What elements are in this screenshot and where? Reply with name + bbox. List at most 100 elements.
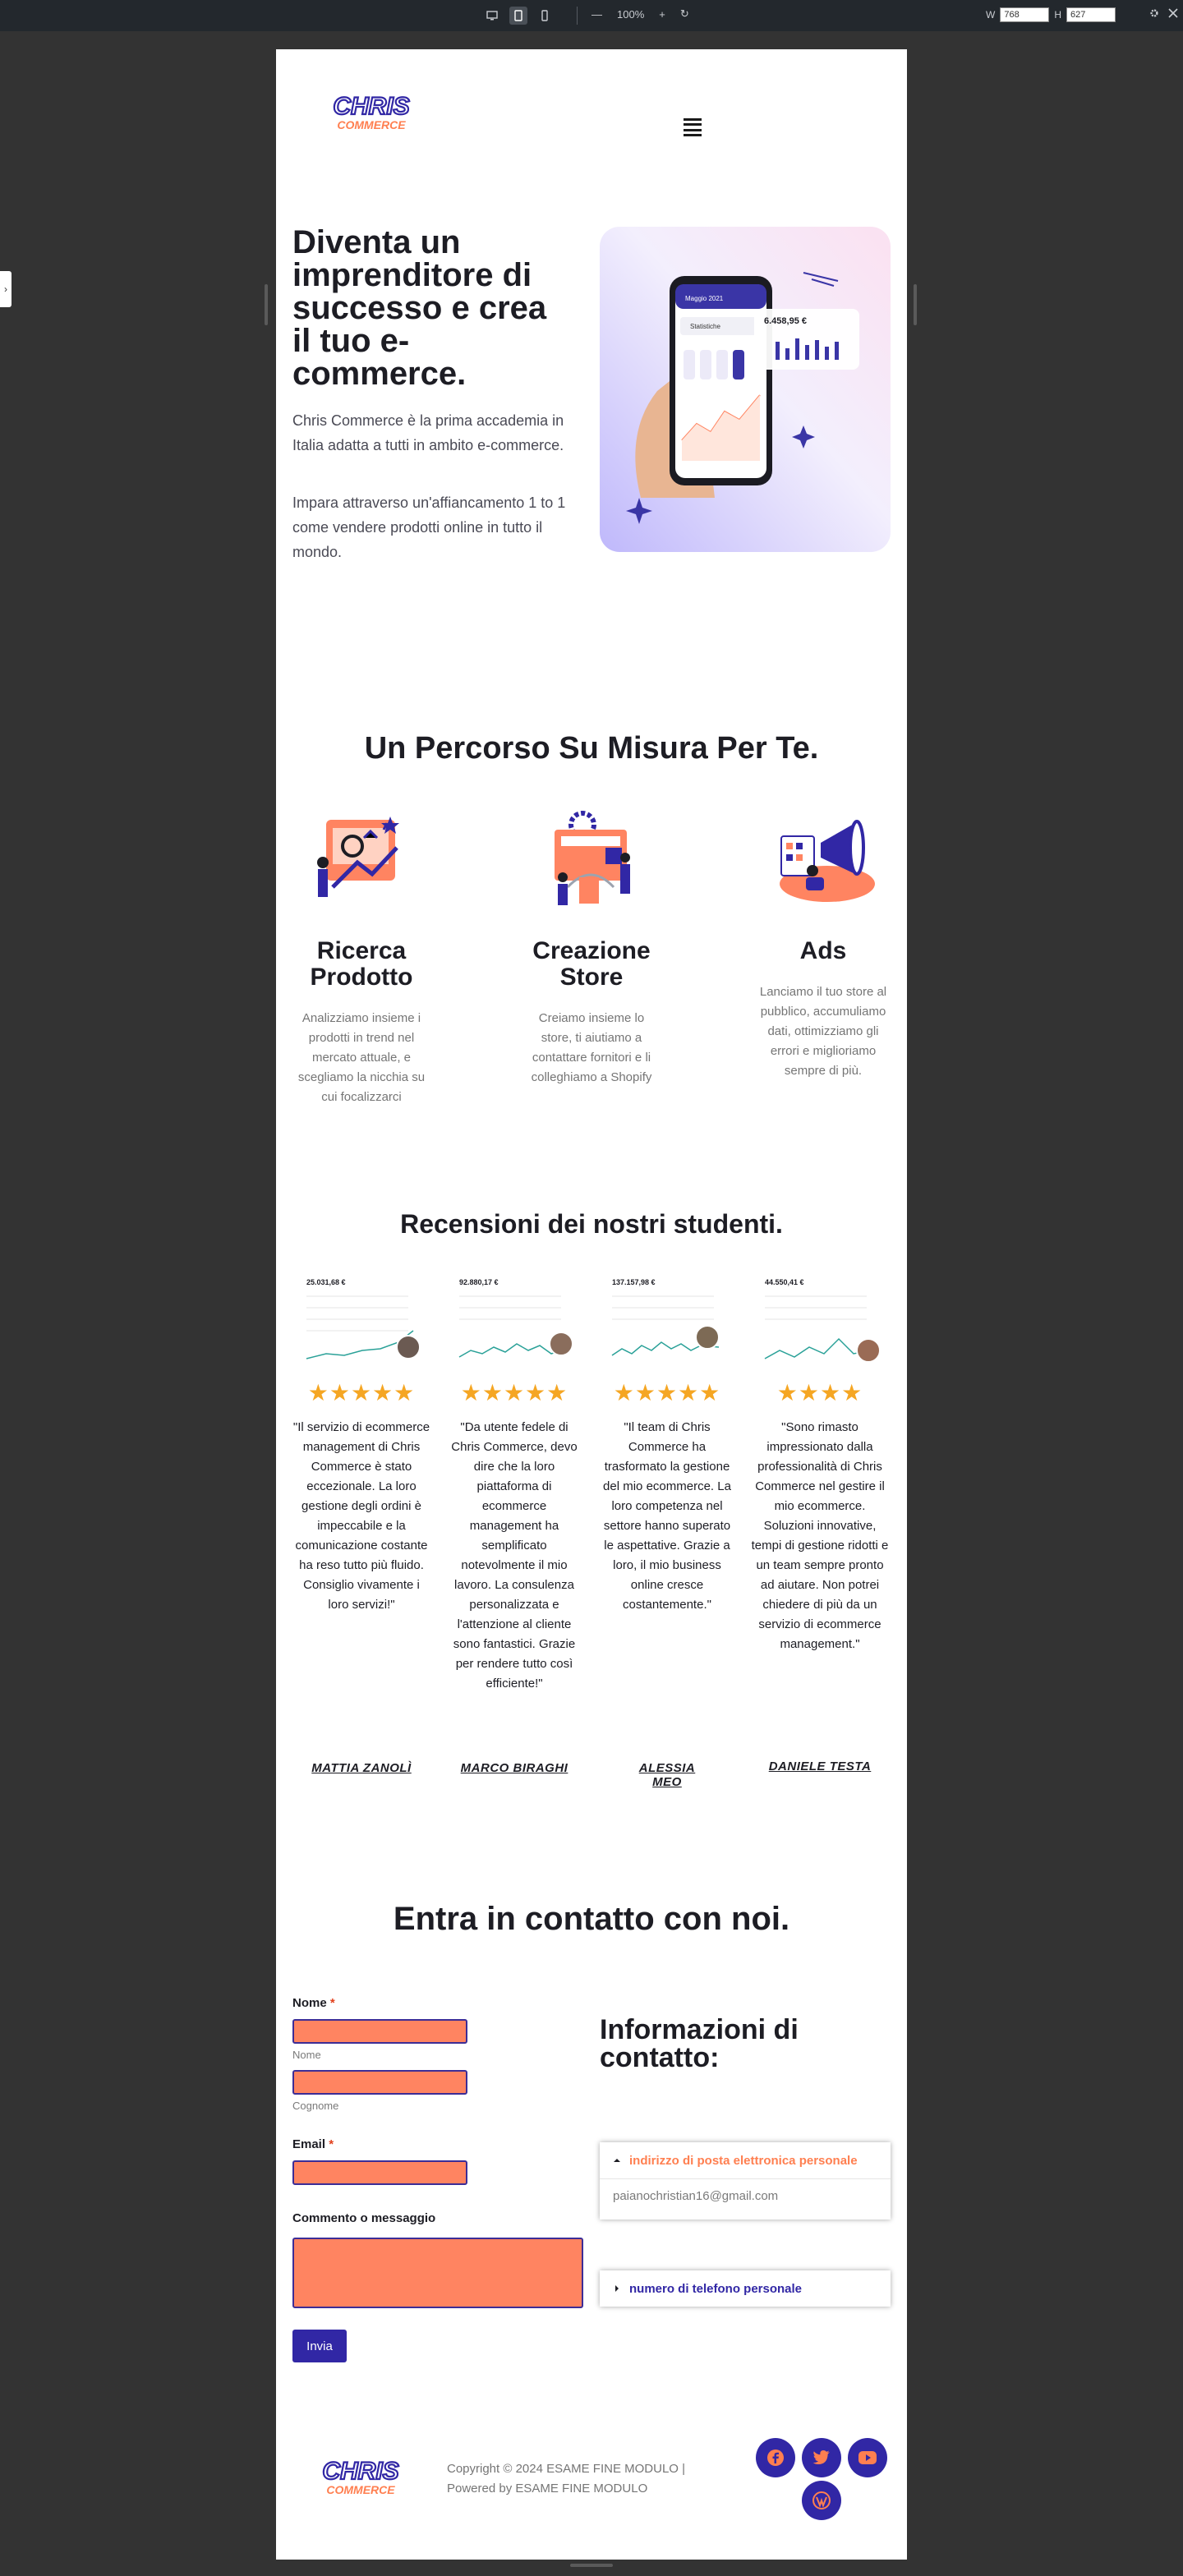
mobile-icon bbox=[541, 10, 548, 21]
last-name-input[interactable] bbox=[292, 2070, 467, 2095]
desktop-view-button[interactable] bbox=[483, 7, 501, 25]
resize-handle-bottom[interactable] bbox=[570, 2564, 613, 2567]
hero-description: Impara attraverso un'affiancamento 1 to … bbox=[292, 494, 566, 560]
phone-card-amount: 6.458,95 € bbox=[764, 316, 807, 326]
comment-label: Commento o messaggio bbox=[292, 2211, 436, 2225]
reset-zoom-icon[interactable]: ↻ bbox=[680, 7, 689, 21]
accordion-phone[interactable]: numero di telefono personale bbox=[600, 2270, 891, 2307]
preview-frame: CHRIS COMMERCE Diventa un imprenditore d… bbox=[276, 49, 907, 2560]
review-card-2: 92.880,17 € ★★★★★ "Da utente fedele di C… bbox=[445, 1268, 583, 1694]
first-name-input[interactable] bbox=[292, 2019, 467, 2044]
gear-icon[interactable] bbox=[1148, 7, 1160, 19]
reviews-title: Recensioni dei nostri studenti. bbox=[400, 1209, 783, 1239]
viewport-dimensions: W 768 H 627 bbox=[986, 7, 1116, 22]
zoom-level: 100% bbox=[617, 7, 645, 21]
hero-phone-illustration: Maggio 2021 Statistiche 6.458,95 € bbox=[600, 227, 891, 552]
research-illustration bbox=[308, 805, 415, 912]
sales-screenshot: 44.550,41 € bbox=[760, 1268, 881, 1367]
wordpress-link[interactable] bbox=[802, 2481, 841, 2520]
facebook-link[interactable] bbox=[756, 2438, 795, 2477]
service-text: Analizziamo insieme i prodotti in trend … bbox=[297, 1011, 426, 1104]
sales-screenshot: 137.157,98 € bbox=[607, 1268, 727, 1367]
services-title: Un Percorso Su Misura Per Te. bbox=[364, 731, 819, 766]
review-card-4: 44.550,41 € ★★★★ "Sono rimasto impressio… bbox=[751, 1268, 889, 1654]
service-card-creazione: Creazione Store Creiamo insieme lo store… bbox=[522, 805, 661, 1088]
review-card-1: 25.031,68 € ★★★★★ "Il servizio di ecomme… bbox=[292, 1268, 430, 1615]
mobile-view-button[interactable] bbox=[536, 7, 554, 25]
rating-stars: ★★★★★ bbox=[613, 1380, 721, 1405]
ads-illustration bbox=[770, 805, 877, 912]
facebook-icon bbox=[767, 2450, 784, 2466]
zoom-controls: — 100% + ↻ bbox=[592, 7, 689, 21]
height-label: H bbox=[1054, 9, 1061, 21]
accordion-phone-header[interactable]: numero di telefono personale bbox=[600, 2270, 891, 2307]
site-logo[interactable]: CHRIS COMMERCE bbox=[322, 82, 421, 140]
youtube-link[interactable] bbox=[848, 2438, 887, 2477]
width-input[interactable]: 768 bbox=[1000, 7, 1050, 22]
hero-title: Diventa un imprenditore di successo e cr… bbox=[292, 224, 547, 392]
resize-handle-left[interactable] bbox=[265, 284, 268, 325]
phone-stats-label: Statistiche bbox=[690, 323, 720, 330]
required-mark: * bbox=[329, 1996, 335, 2010]
footer-copyright: Copyright © 2024 ESAME FINE MODULO | Pow… bbox=[447, 2462, 686, 2496]
youtube-icon bbox=[858, 2451, 877, 2464]
twitter-link[interactable] bbox=[802, 2438, 841, 2477]
review-text: "Da utente fedele di Chris Commerce, dev… bbox=[451, 1420, 578, 1690]
review-card-3: 137.157,98 € ★★★★★ "Il team di Chris Com… bbox=[598, 1268, 736, 1615]
zoom-in-icon[interactable]: + bbox=[659, 8, 665, 21]
twitter-icon bbox=[812, 2450, 830, 2464]
service-card-ricerca: Ricerca Prodotto Analizziamo insieme i p… bbox=[292, 805, 430, 1107]
reviewer-name[interactable]: MARCO BIRAGHI bbox=[445, 1761, 583, 1775]
chevron-right-icon: › bbox=[4, 283, 7, 295]
rating-stars: ★★★★ bbox=[776, 1380, 863, 1405]
sales-amount: 137.157,98 € bbox=[612, 1278, 656, 1286]
submit-button[interactable]: Invia bbox=[292, 2330, 347, 2362]
rating-stars: ★★★★★ bbox=[307, 1380, 416, 1405]
store-creation-illustration bbox=[538, 805, 645, 912]
footer-logo[interactable]: CHRIS COMMERCE bbox=[315, 2450, 406, 2504]
accordion-email-header[interactable]: indirizzo di posta elettronica personale bbox=[600, 2142, 891, 2178]
sales-amount: 92.880,17 € bbox=[459, 1278, 499, 1286]
reviewer-name[interactable]: MATTIA ZANOLÌ bbox=[292, 1761, 430, 1775]
reviewer-name[interactable]: ALESSIA MEO bbox=[626, 1761, 708, 1789]
service-title: Ads bbox=[799, 937, 847, 964]
contact-title: Entra in contatto con noi. bbox=[393, 1901, 790, 1937]
sales-amount: 25.031,68 € bbox=[306, 1278, 346, 1286]
sales-amount: 44.550,41 € bbox=[765, 1278, 804, 1286]
reviewer-name[interactable]: DANIELE TESTA bbox=[751, 1760, 889, 1773]
sidebar-toggle[interactable]: › bbox=[0, 271, 12, 307]
name-label: Nome * bbox=[292, 1996, 335, 2010]
tablet-view-button[interactable] bbox=[509, 7, 527, 25]
rating-stars: ★★★★★ bbox=[460, 1380, 568, 1405]
toolbar-actions bbox=[1148, 7, 1178, 19]
email-value: paianochristian16@gmail.com bbox=[600, 2178, 891, 2220]
tablet-icon bbox=[514, 10, 522, 21]
service-title: Ricerca Prodotto bbox=[310, 937, 413, 991]
required-mark: * bbox=[329, 2137, 334, 2151]
service-text: Creiamo insieme lo store, ti aiutiamo a … bbox=[531, 1011, 652, 1084]
comment-textarea[interactable] bbox=[292, 2238, 583, 2308]
sales-screenshot: 92.880,17 € bbox=[454, 1268, 574, 1367]
accordion-email[interactable]: indirizzo di posta elettronica personale… bbox=[600, 2142, 891, 2220]
phone-month: Maggio 2021 bbox=[685, 295, 724, 302]
resize-handle-right[interactable] bbox=[914, 284, 917, 325]
caret-up-icon bbox=[614, 2159, 620, 2162]
logo-text-sub: COMMERCE bbox=[326, 2483, 395, 2496]
logo-text-sub: COMMERCE bbox=[337, 118, 406, 131]
first-name-sublabel: Nome bbox=[292, 2049, 321, 2061]
device-switcher bbox=[483, 7, 554, 25]
zoom-out-icon[interactable]: — bbox=[592, 8, 602, 21]
desktop-icon bbox=[486, 11, 498, 21]
menu-toggle[interactable] bbox=[684, 118, 702, 136]
hero-intro: Chris Commerce è la prima accademia in I… bbox=[292, 412, 564, 453]
sales-screenshot: 25.031,68 € bbox=[302, 1268, 421, 1367]
editor-toolbar: — 100% + ↻ W 768 H 627 bbox=[0, 0, 1183, 31]
height-input[interactable]: 627 bbox=[1066, 7, 1116, 22]
contact-info-title: Informazioni di contatto: bbox=[600, 2014, 799, 2073]
close-icon[interactable] bbox=[1168, 8, 1178, 18]
service-card-ads: Ads Lanciamo il tuo store al pubblico, a… bbox=[754, 805, 892, 1081]
email-input[interactable] bbox=[292, 2160, 467, 2185]
width-label: W bbox=[986, 9, 996, 21]
logo-text-main: CHRIS bbox=[333, 93, 409, 120]
logo-text-main: CHRIS bbox=[322, 2458, 398, 2485]
